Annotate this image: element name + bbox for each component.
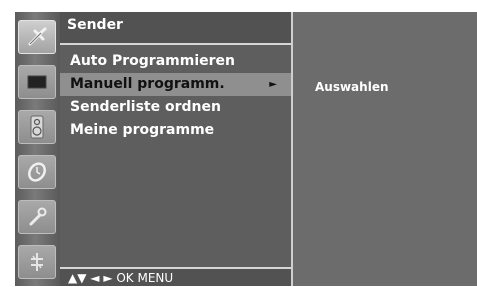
sidebar-item-time[interactable]	[18, 155, 56, 189]
input-icon	[26, 251, 48, 273]
menu-item-label: Auto Programmieren	[70, 53, 235, 69]
menu-item-favorite-channels[interactable]: Meine programme	[60, 119, 291, 142]
menu-item-channel-edit[interactable]: Senderliste ordnen	[60, 96, 291, 119]
sidebar-item-picture[interactable]	[18, 65, 56, 99]
menu-item-label: Senderliste ordnen	[70, 99, 221, 115]
wrench-icon	[26, 206, 48, 228]
menu-list: Auto Programmieren Manuell programm. ► S…	[60, 50, 291, 142]
submenu-panel: Auswahlen	[293, 12, 477, 286]
menu-title: Sender	[60, 12, 291, 45]
tv-osd-screen: Sender Auto Programmieren Manuell progra…	[15, 12, 477, 286]
sidebar-item-input[interactable]	[18, 245, 56, 279]
menu-item-auto-program[interactable]: Auto Programmieren	[60, 50, 291, 73]
submenu-label: Auswahlen	[315, 80, 389, 94]
picture-icon	[26, 73, 48, 91]
antenna-icon	[26, 26, 48, 48]
sidebar-item-sound[interactable]	[18, 110, 56, 144]
submenu-arrow-icon: ►	[269, 79, 277, 90]
speaker-icon	[28, 115, 46, 139]
menu-item-manual-program[interactable]: Manuell programm. ►	[60, 73, 291, 96]
menu-item-label: Manuell programm.	[70, 76, 225, 92]
menu-item-label: Meine programme	[70, 122, 215, 138]
channel-menu-panel: Sender Auto Programmieren Manuell progra…	[60, 12, 293, 286]
category-icon-bar	[15, 12, 60, 286]
sidebar-item-option[interactable]	[18, 200, 56, 234]
navigation-hint-bar: ▲▼ ◄ ► OK MENU	[60, 267, 291, 286]
clock-icon	[26, 161, 48, 183]
sidebar-item-channel[interactable]	[18, 20, 56, 54]
